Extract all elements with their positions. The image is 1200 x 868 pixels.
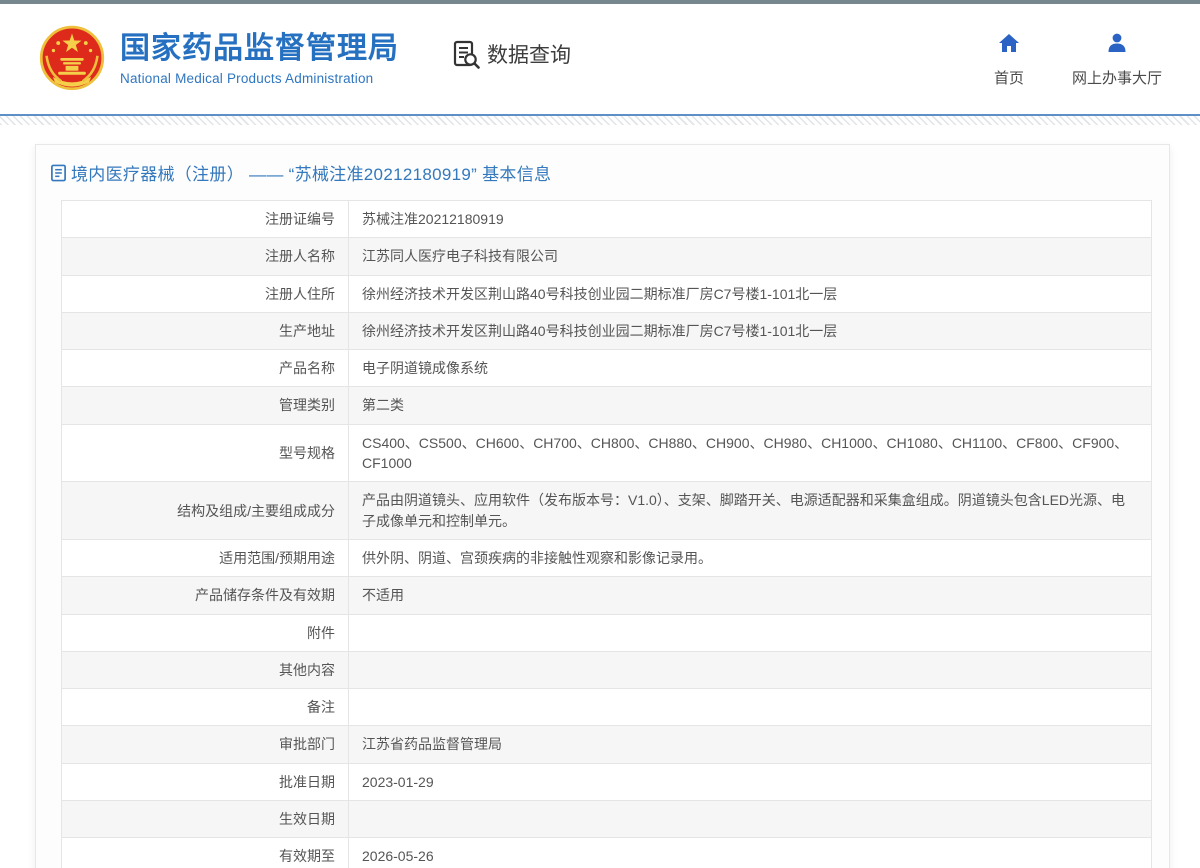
table-row: 管理类别第二类 bbox=[62, 387, 1152, 424]
table-row: 附件 bbox=[62, 614, 1152, 651]
row-value: 徐州经济技术开发区荆山路40号科技创业园二期标准厂房C7号楼1-101北一层 bbox=[349, 275, 1152, 312]
row-label: 生产地址 bbox=[62, 312, 349, 349]
row-value: 第二类 bbox=[349, 387, 1152, 424]
table-row: 结构及组成/主要组成成分产品由阴道镜头、应用软件（发布版本号：V1.0）、支架、… bbox=[62, 482, 1152, 540]
row-label: 生效日期 bbox=[62, 801, 349, 838]
nav-service-hall[interactable]: 网上办事大厅 bbox=[1072, 31, 1162, 88]
row-label: 批准日期 bbox=[62, 763, 349, 800]
document-search-icon bbox=[451, 39, 481, 69]
table-row: 审批部门江苏省药品监督管理局 bbox=[62, 726, 1152, 763]
nav-home[interactable]: 首页 bbox=[994, 31, 1024, 88]
row-label: 注册人住所 bbox=[62, 275, 349, 312]
row-value bbox=[349, 614, 1152, 651]
document-icon bbox=[50, 164, 67, 182]
row-label: 有效期至 bbox=[62, 838, 349, 868]
row-label: 审批部门 bbox=[62, 726, 349, 763]
table-row: 型号规格CS400、CS500、CH600、CH700、CH800、CH880、… bbox=[62, 424, 1152, 482]
header-hatch-band bbox=[0, 116, 1200, 125]
table-row: 注册人住所徐州经济技术开发区荆山路40号科技创业园二期标准厂房C7号楼1-101… bbox=[62, 275, 1152, 312]
content-card: 境内医疗器械（注册） —— “苏械注准20212180919” 基本信息 注册证… bbox=[35, 144, 1170, 868]
row-value: 不适用 bbox=[349, 577, 1152, 614]
row-value: 江苏同人医疗电子科技有限公司 bbox=[349, 238, 1152, 275]
table-row: 批准日期2023-01-29 bbox=[62, 763, 1152, 800]
row-label: 注册人名称 bbox=[62, 238, 349, 275]
row-label: 注册证编号 bbox=[62, 201, 349, 238]
row-value: 电子阴道镜成像系统 bbox=[349, 350, 1152, 387]
row-value bbox=[349, 651, 1152, 688]
row-label: 附件 bbox=[62, 614, 349, 651]
row-label: 产品名称 bbox=[62, 350, 349, 387]
table-row: 生效日期 bbox=[62, 801, 1152, 838]
row-value: 徐州经济技术开发区荆山路40号科技创业园二期标准厂房C7号楼1-101北一层 bbox=[349, 312, 1152, 349]
site-title: 国家药品监督管理局 bbox=[120, 32, 399, 67]
table-row: 注册证编号苏械注准20212180919 bbox=[62, 201, 1152, 238]
module-label: 数据查询 bbox=[487, 39, 571, 69]
row-label: 型号规格 bbox=[62, 424, 349, 482]
row-value: 2026-05-26 bbox=[349, 838, 1152, 868]
row-value: 产品由阴道镜头、应用软件（发布版本号：V1.0）、支架、脚踏开关、电源适配器和采… bbox=[349, 482, 1152, 540]
row-label: 结构及组成/主要组成成分 bbox=[62, 482, 349, 540]
user-icon bbox=[1105, 31, 1129, 55]
brand[interactable]: 国家药品监督管理局 National Medical Products Admi… bbox=[38, 24, 399, 94]
page-title: 境内医疗器械（注册） —— “苏械注准20212180919” 基本信息 bbox=[71, 160, 551, 185]
row-value bbox=[349, 801, 1152, 838]
registration-info-table: 注册证编号苏械注准20212180919注册人名称江苏同人医疗电子科技有限公司注… bbox=[61, 200, 1152, 868]
row-value: 2023-01-29 bbox=[349, 763, 1152, 800]
site-header: 国家药品监督管理局 National Medical Products Admi… bbox=[0, 4, 1200, 114]
page-title-bar: 境内医疗器械（注册） —— “苏械注准20212180919” 基本信息 bbox=[36, 145, 1169, 198]
site-subtitle: National Medical Products Administration bbox=[120, 71, 399, 86]
row-value: 供外阴、阴道、宫颈疾病的非接触性观察和影像记录用。 bbox=[349, 539, 1152, 576]
data-query-module[interactable]: 数据查询 bbox=[451, 39, 571, 69]
table-row: 适用范围/预期用途供外阴、阴道、宫颈疾病的非接触性观察和影像记录用。 bbox=[62, 539, 1152, 576]
row-value: 江苏省药品监督管理局 bbox=[349, 726, 1152, 763]
table-row: 产品名称电子阴道镜成像系统 bbox=[62, 350, 1152, 387]
top-nav: 首页 网上办事大厅 bbox=[994, 31, 1162, 88]
nav-home-label: 首页 bbox=[994, 67, 1024, 88]
row-value: 苏械注准20212180919 bbox=[349, 201, 1152, 238]
info-table-body: 注册证编号苏械注准20212180919注册人名称江苏同人医疗电子科技有限公司注… bbox=[62, 201, 1152, 868]
row-value bbox=[349, 689, 1152, 726]
row-label: 备注 bbox=[62, 689, 349, 726]
row-label: 其他内容 bbox=[62, 651, 349, 688]
home-icon bbox=[997, 31, 1021, 55]
row-label: 适用范围/预期用途 bbox=[62, 539, 349, 576]
brand-text: 国家药品监督管理局 National Medical Products Admi… bbox=[120, 32, 399, 86]
row-label: 管理类别 bbox=[62, 387, 349, 424]
table-row: 生产地址徐州经济技术开发区荆山路40号科技创业园二期标准厂房C7号楼1-101北… bbox=[62, 312, 1152, 349]
table-row: 其他内容 bbox=[62, 651, 1152, 688]
nmpa-emblem-logo bbox=[38, 24, 106, 94]
table-row: 有效期至2026-05-26 bbox=[62, 838, 1152, 868]
table-row: 产品储存条件及有效期不适用 bbox=[62, 577, 1152, 614]
row-label: 产品储存条件及有效期 bbox=[62, 577, 349, 614]
nav-service-hall-label: 网上办事大厅 bbox=[1072, 67, 1162, 88]
table-row: 备注 bbox=[62, 689, 1152, 726]
row-value: CS400、CS500、CH600、CH700、CH800、CH880、CH90… bbox=[349, 424, 1152, 482]
table-row: 注册人名称江苏同人医疗电子科技有限公司 bbox=[62, 238, 1152, 275]
